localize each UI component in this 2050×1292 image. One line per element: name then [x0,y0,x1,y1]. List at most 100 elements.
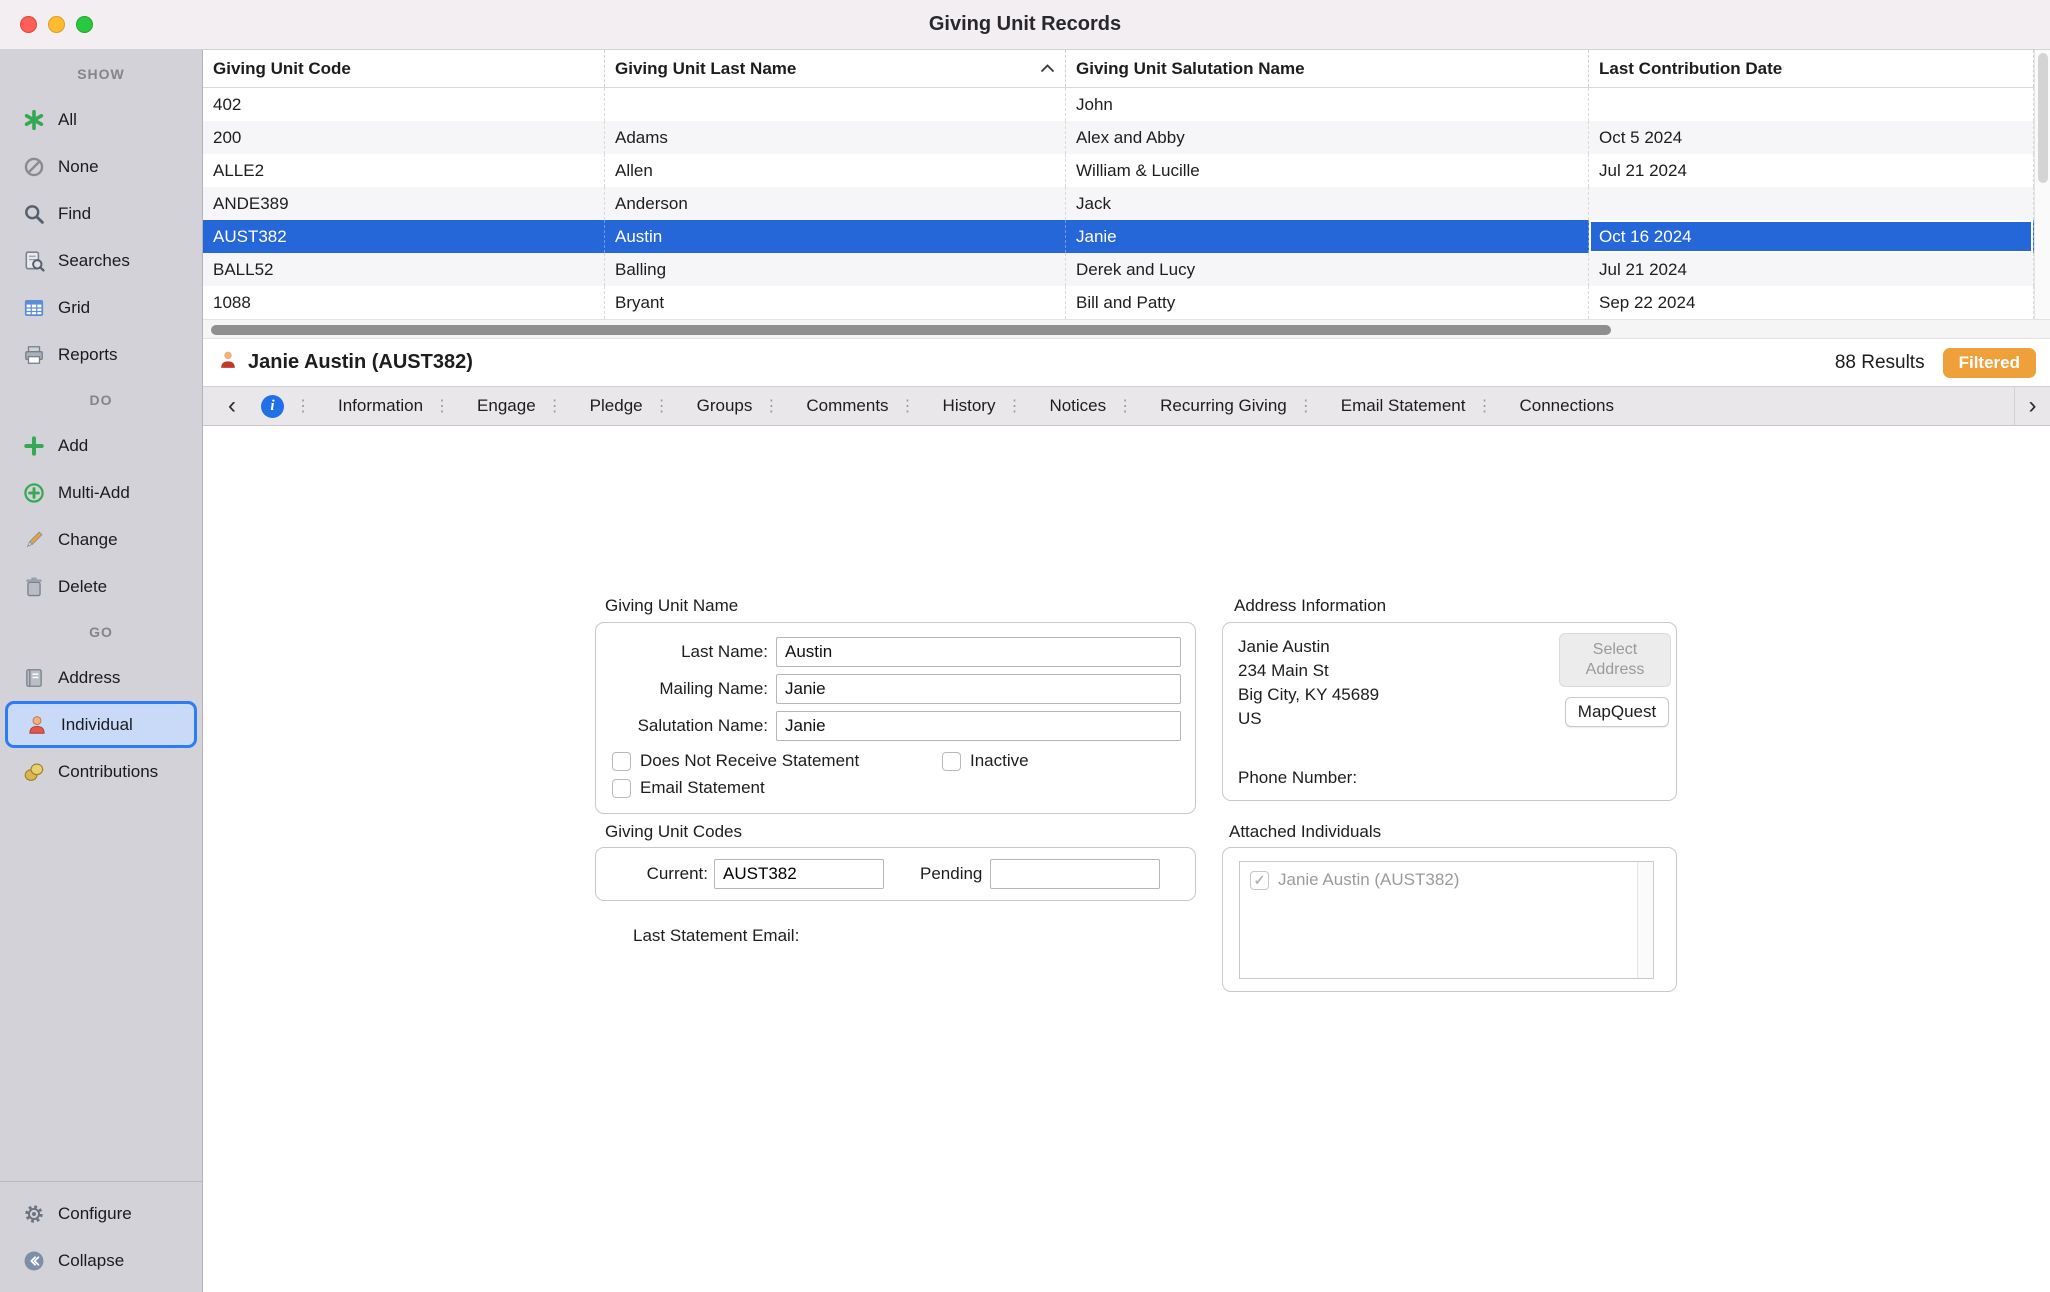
sidebar-item-add[interactable]: Add [0,422,202,469]
table-row[interactable]: 402 John [203,88,2034,121]
table-row[interactable]: ALLE2 Allen William & Lucille Jul 21 202… [203,154,2034,187]
tab-menu-icon[interactable]: ⋮ [1476,396,1492,416]
cell-salutation[interactable]: Janie [1066,220,1589,253]
attached-list-scrollbar[interactable] [1637,862,1653,978]
last-name-field[interactable] [776,637,1181,667]
tab-menu-icon[interactable]: ⋮ [900,396,916,416]
cell-salutation[interactable]: Bill and Patty [1066,286,1589,319]
cell-code[interactable]: 402 [203,88,605,121]
tabs-scroll-right-button[interactable]: › [2014,387,2050,425]
mailing-name-field[interactable] [776,674,1181,704]
cell-last-name[interactable]: Balling [605,253,1066,286]
horizontal-scrollbar-thumb[interactable] [211,325,1611,335]
column-header-code[interactable]: Giving Unit Code [203,50,605,87]
current-code-field[interactable] [714,859,884,889]
tab-information[interactable]: Information [322,396,423,416]
cell-last-contribution[interactable]: Oct 16 2024 [1589,220,2034,253]
sidebar-item-contributions[interactable]: Contributions [0,748,202,795]
attached-individual-checkbox[interactable]: ✓ [1250,871,1269,890]
tab-menu-icon[interactable]: ⋮ [763,396,779,416]
table-row[interactable]: BALL52 Balling Derek and Lucy Jul 21 202… [203,253,2034,286]
tab-pledge[interactable]: Pledge [574,396,643,416]
attached-individuals-group: ✓ Janie Austin (AUST382) [1222,847,1677,992]
column-header-salutation[interactable]: Giving Unit Salutation Name [1066,50,1589,87]
cell-code[interactable]: AUST382 [203,220,605,253]
cell-code[interactable]: ANDE389 [203,187,605,220]
cell-last-name[interactable]: Austin [605,220,1066,253]
sidebar-item-searches[interactable]: Searches [0,237,202,284]
table-row[interactable]: 200 Adams Alex and Abby Oct 5 2024 [203,121,2034,154]
tab-groups[interactable]: Groups [681,396,753,416]
vertical-scrollbar[interactable] [2034,50,2050,319]
table-row-selected[interactable]: AUST382 Austin Janie Oct 16 2024 [203,220,2034,253]
salutation-name-field[interactable] [776,711,1181,741]
sidebar-item-collapse[interactable]: Collapse [0,1237,202,1284]
tab-recurring-giving[interactable]: Recurring Giving [1144,396,1287,416]
cell-last-contribution[interactable]: Sep 22 2024 [1589,286,2034,319]
mapquest-button[interactable]: MapQuest [1565,697,1669,727]
email-statement-checkbox[interactable] [612,779,631,798]
tabs-scroll-left-button[interactable]: ‹ [215,388,249,424]
sidebar-item-delete[interactable]: Delete [0,563,202,610]
column-header-last-contribution[interactable]: Last Contribution Date [1589,50,2034,87]
cell-last-contribution[interactable]: Oct 5 2024 [1589,121,2034,154]
filtered-badge[interactable]: Filtered [1943,348,2036,378]
sidebar-item-reports[interactable]: Reports [0,331,202,378]
tab-history[interactable]: History [927,396,996,416]
cell-salutation[interactable]: John [1066,88,1589,121]
does-not-receive-statement-checkbox[interactable] [612,752,631,771]
cell-last-name[interactable]: Anderson [605,187,1066,220]
tab-notices[interactable]: Notices [1033,396,1106,416]
cell-code[interactable]: ALLE2 [203,154,605,187]
sidebar-item-all[interactable]: All [0,96,202,143]
vertical-scrollbar-thumb[interactable] [2038,53,2048,183]
minimize-window-button[interactable] [48,16,65,33]
cell-last-name[interactable]: Bryant [605,286,1066,319]
close-window-button[interactable] [20,16,37,33]
sidebar-item-grid[interactable]: Grid [0,284,202,331]
cell-salutation[interactable]: Alex and Abby [1066,121,1589,154]
tab-menu-icon[interactable]: ⋮ [547,396,563,416]
cell-last-name[interactable]: Adams [605,121,1066,154]
horizontal-scrollbar[interactable] [203,319,2050,339]
column-header-last-name[interactable]: Giving Unit Last Name [605,50,1066,87]
cell-code[interactable]: 1088 [203,286,605,319]
tab-menu-icon[interactable]: ⋮ [654,396,670,416]
tab-menu-icon[interactable]: ⋮ [1006,396,1022,416]
sidebar-item-address[interactable]: Address [0,654,202,701]
table-row[interactable]: 1088 Bryant Bill and Patty Sep 22 2024 [203,286,2034,319]
select-address-button[interactable]: Select Address [1559,633,1671,687]
zoom-window-button[interactable] [76,16,93,33]
cell-salutation[interactable]: Jack [1066,187,1589,220]
sidebar-item-change[interactable]: Change [0,516,202,563]
tab-menu-icon[interactable]: ⋮ [1117,396,1133,416]
tab-connections[interactable]: Connections [1503,396,1614,416]
tab-engage[interactable]: Engage [461,396,536,416]
cell-salutation[interactable]: Derek and Lucy [1066,253,1589,286]
tab-email-statement[interactable]: Email Statement [1325,396,1466,416]
cell-code[interactable]: 200 [203,121,605,154]
cell-last-contribution[interactable]: Jul 21 2024 [1589,253,2034,286]
cell-last-contribution[interactable]: Jul 21 2024 [1589,154,2034,187]
grid-icon [22,296,46,320]
info-icon[interactable]: i [261,395,284,418]
sidebar-item-individual[interactable]: Individual [5,701,197,748]
cell-last-name[interactable]: Allen [605,154,1066,187]
tab-menu-icon[interactable]: ⋮ [434,396,450,416]
tab-comments[interactable]: Comments [790,396,888,416]
cell-last-contribution[interactable] [1589,187,2034,220]
sidebar-item-none[interactable]: None [0,143,202,190]
cell-last-contribution[interactable] [1589,88,2034,121]
tab-menu-icon[interactable]: ⋮ [1298,396,1314,416]
inactive-checkbox[interactable] [942,752,961,771]
tab-menu-icon[interactable]: ⋮ [295,396,311,416]
pending-code-field[interactable] [990,859,1160,889]
sidebar-item-find[interactable]: Find [0,190,202,237]
attached-individual-item[interactable]: ✓ Janie Austin (AUST382) [1250,870,1627,890]
sidebar-item-configure[interactable]: Configure [0,1190,202,1237]
cell-salutation[interactable]: William & Lucille [1066,154,1589,187]
table-row[interactable]: ANDE389 Anderson Jack [203,187,2034,220]
cell-code[interactable]: BALL52 [203,253,605,286]
cell-last-name[interactable] [605,88,1066,121]
sidebar-item-multi-add[interactable]: Multi-Add [0,469,202,516]
